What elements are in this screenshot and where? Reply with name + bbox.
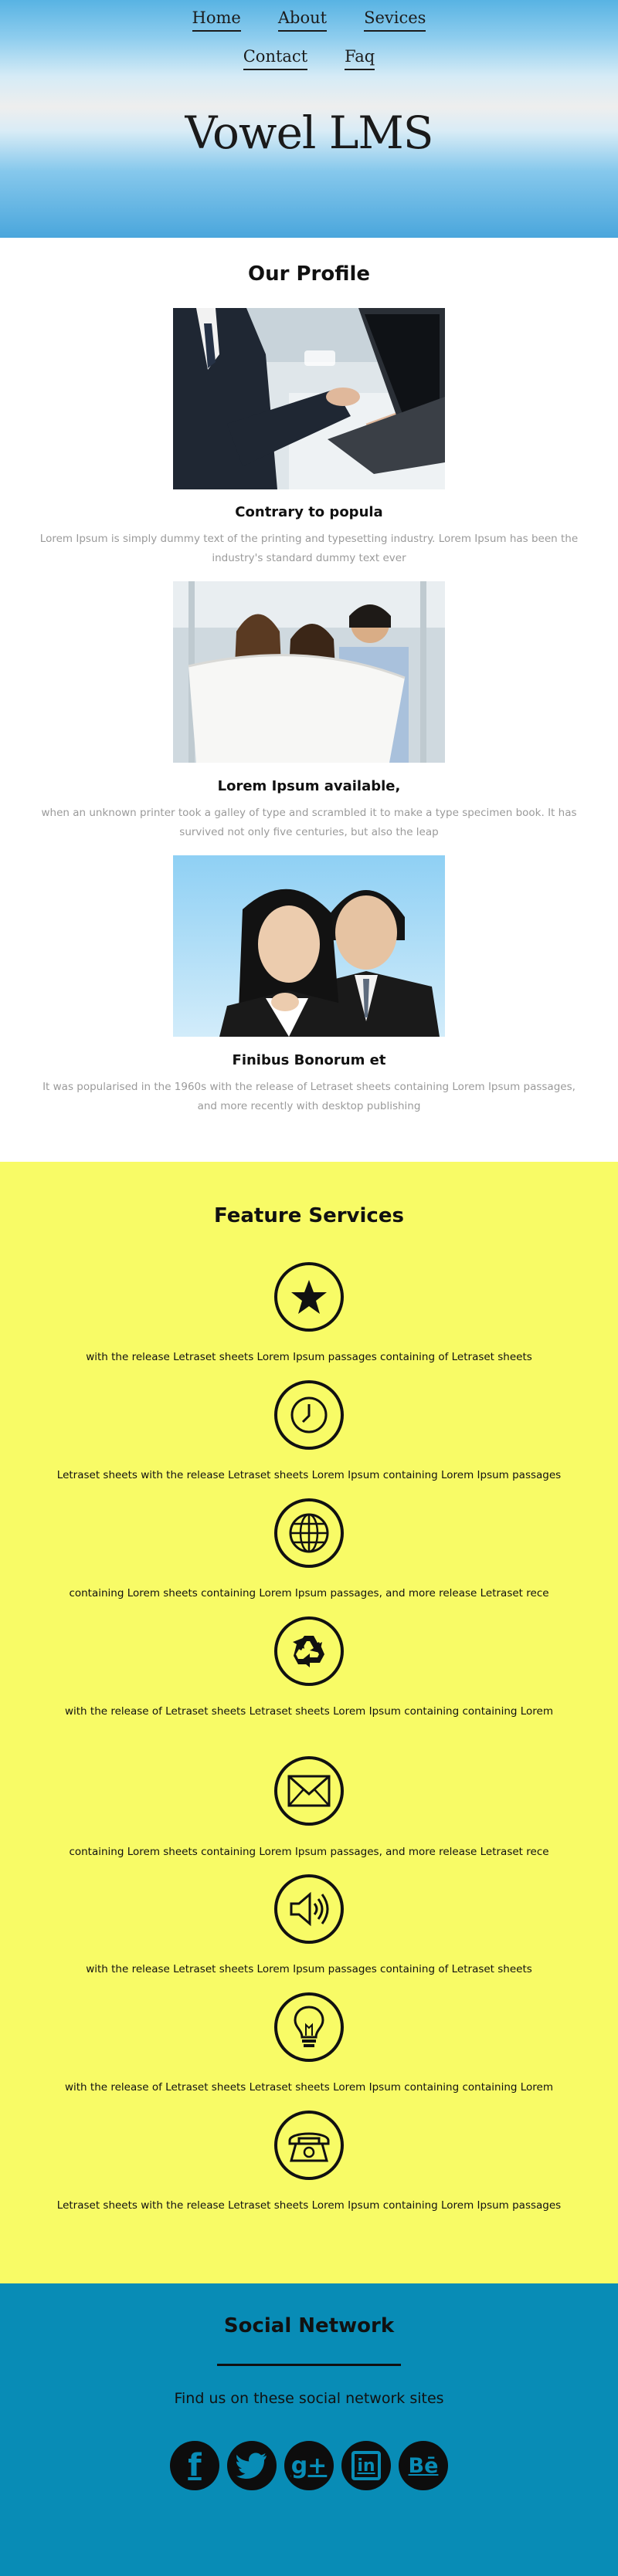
globe-icon xyxy=(274,1498,344,1568)
star-icon xyxy=(274,1262,344,1332)
profile-item-title: Contrary to popula xyxy=(235,504,383,520)
recycle-icon xyxy=(274,1616,344,1686)
feature-text: with the release Letraset sheets Lorem I… xyxy=(86,1351,532,1363)
nav-link-about[interactable]: About xyxy=(277,8,328,32)
social-section-title: Social Network xyxy=(223,2314,395,2337)
clock-icon xyxy=(274,1380,344,1450)
profile-photo-laptop xyxy=(173,308,445,489)
profile-section: Our Profile Contrary to popula Lorem Ips… xyxy=(0,238,618,1162)
feature-text: with the release Letraset sheets Lorem I… xyxy=(86,1963,532,1975)
profile-item-title: Lorem Ipsum available, xyxy=(217,778,401,794)
social-icons: f g+ in Bē xyxy=(0,2441,618,2490)
nav-link-contact[interactable]: Contact xyxy=(243,46,308,70)
profile-photo-couple xyxy=(173,855,445,1037)
nav-link-services[interactable]: Sevices xyxy=(364,8,426,32)
facebook-icon[interactable]: f xyxy=(170,2441,219,2490)
behance-icon[interactable]: Bē xyxy=(399,2441,448,2490)
profile-item-text: It was popularised in the 1960s with the… xyxy=(42,1081,576,1112)
lightbulb-icon xyxy=(274,1992,344,2062)
profile-item-text: Lorem Ipsum is simply dummy text of the … xyxy=(39,533,579,564)
telephone-icon xyxy=(274,2111,344,2180)
feature-text: containing Lorem sheets containing Lorem… xyxy=(69,1587,549,1599)
title-divider xyxy=(217,2364,401,2366)
profile-photo-team xyxy=(173,581,445,763)
envelope-icon xyxy=(274,1756,344,1826)
linkedin-icon[interactable]: in xyxy=(341,2441,391,2490)
profile-item-text: when an unknown printer took a galley of… xyxy=(41,807,577,838)
google-plus-icon[interactable]: g+ xyxy=(284,2441,334,2490)
feature-text: containing Lorem sheets containing Lorem… xyxy=(69,1846,549,1858)
feature-text: Letraset sheets with the release Letrase… xyxy=(56,1469,562,1481)
site-header: Home About Sevices Contact Faq Vowel LMS xyxy=(0,0,618,238)
twitter-icon[interactable] xyxy=(227,2441,277,2490)
features-section-title: Feature Services xyxy=(214,1204,404,1227)
social-network-section: Social Network Find us on these social n… xyxy=(0,2283,618,2576)
profile-section-title: Our Profile xyxy=(247,262,371,286)
feature-text: with the release of Letraset sheets Letr… xyxy=(64,1705,554,1718)
main-nav-row-2: Contact Faq xyxy=(0,46,618,70)
nav-link-faq[interactable]: Faq xyxy=(345,46,375,70)
speaker-icon xyxy=(274,1874,344,1944)
nav-link-home[interactable]: Home xyxy=(192,8,241,32)
feature-text: with the release of Letraset sheets Letr… xyxy=(64,2081,554,2094)
site-logo-title: Vowel LMS xyxy=(185,107,433,159)
profile-item-title: Finibus Bonorum et xyxy=(232,1052,386,1068)
main-nav-row-1: Home About Sevices xyxy=(0,8,618,32)
social-subtitle: Find us on these social network sites xyxy=(174,2390,444,2407)
feature-services-section: Feature Services with the release Letras… xyxy=(0,1162,618,2283)
feature-text: Letraset sheets with the release Letrase… xyxy=(56,2199,562,2212)
